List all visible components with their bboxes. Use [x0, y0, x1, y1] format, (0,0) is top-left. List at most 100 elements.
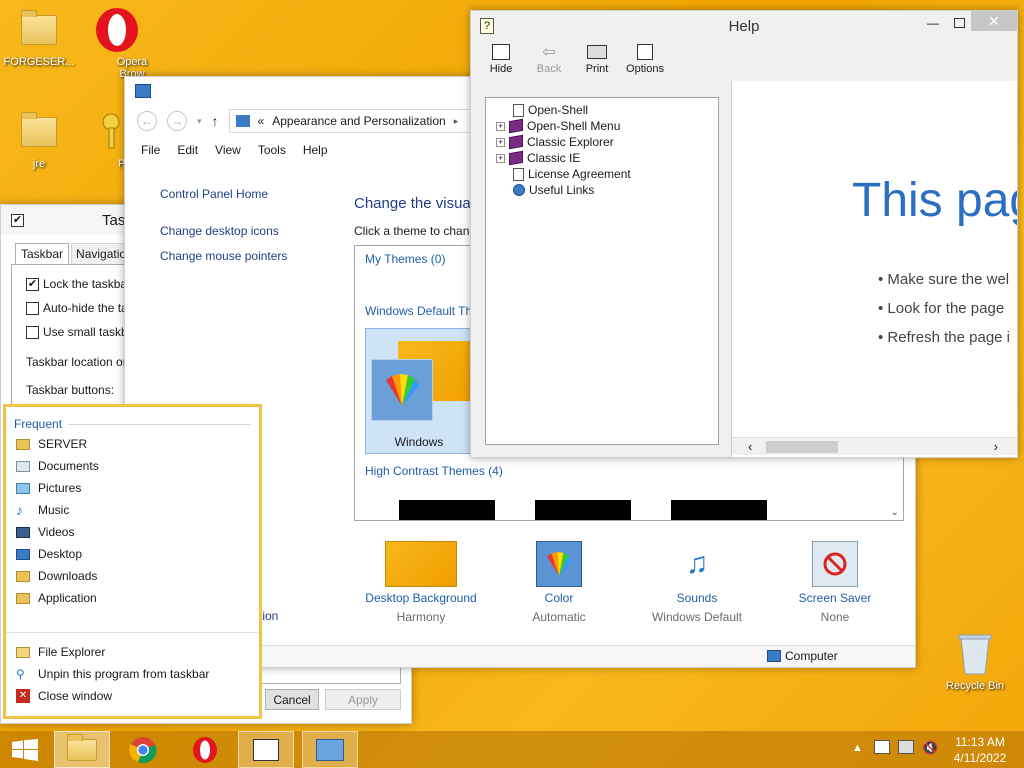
color-icon [536, 541, 582, 587]
chevron-right-icon[interactable]: ▸ [454, 116, 459, 127]
control-panel-icon [316, 738, 344, 761]
desktop-background-button[interactable]: Desktop Background Harmony [361, 541, 481, 624]
desktop-icon-forgeserver[interactable]: FORGESER... [0, 6, 78, 68]
tree-item-useful-links[interactable]: Useful Links [496, 182, 708, 198]
high-contrast-theme[interactable] [399, 500, 495, 520]
options-button[interactable]: Options [622, 41, 668, 75]
network-icon[interactable] [898, 740, 914, 754]
my-themes-header: My Themes (0) [365, 252, 446, 266]
show-hidden-icons[interactable]: ▲ [852, 742, 863, 754]
theme-windows[interactable]: Windows [365, 328, 474, 454]
printer-icon [587, 45, 607, 59]
recycle-bin[interactable]: Recycle Bin [936, 630, 1014, 692]
windows-logo-icon [12, 738, 38, 761]
close-window-task[interactable]: ✕ Close window [6, 685, 259, 707]
expand-icon[interactable]: + [496, 137, 505, 147]
up-button[interactable]: ↑ [212, 113, 219, 129]
color-button[interactable]: Color Automatic [499, 541, 619, 624]
tree-item-license[interactable]: License Agreement [496, 166, 708, 182]
jump-item-downloads[interactable]: Downloads [6, 565, 259, 587]
desktop-background-icon [385, 541, 457, 587]
jump-item-server[interactable]: SERVER [6, 433, 259, 455]
menu-view[interactable]: View [215, 143, 241, 157]
cancel-button[interactable]: Cancel [265, 689, 319, 710]
scroll-left-arrow[interactable]: ‹ [748, 439, 752, 454]
high-contrast-theme[interactable] [535, 500, 631, 520]
jump-item-desktop[interactable]: Desktop [6, 543, 259, 565]
high-contrast-theme[interactable] [671, 500, 767, 520]
jump-item-pictures[interactable]: Pictures [6, 477, 259, 499]
menu-file[interactable]: File [141, 143, 160, 157]
horizontal-scrollbar[interactable]: ‹ › [732, 437, 1017, 455]
help-bullet: • Refresh the page i [878, 329, 1010, 346]
minimize-button[interactable]: — [927, 16, 939, 30]
taskbar-file-explorer[interactable] [54, 731, 110, 768]
downloads-icon [16, 570, 30, 582]
opera-icon [193, 736, 217, 763]
expand-icon[interactable]: + [496, 153, 505, 163]
unpin-icon: ⚲ [16, 667, 25, 681]
default-themes-header: Windows Default Th [365, 304, 473, 318]
jump-item-music[interactable]: ♪ Music [6, 499, 259, 521]
print-button[interactable]: Print [574, 41, 620, 75]
recycle-bin-icon [936, 630, 1014, 678]
pictures-icon [16, 482, 30, 494]
help-contents-tree: Open-Shell + Open-Shell Menu + Classic Exp… [485, 97, 719, 445]
jump-item-videos[interactable]: Videos [6, 521, 259, 543]
taskbar-chrome[interactable] [118, 731, 168, 768]
tree-item-open-shell[interactable]: Open-Shell [496, 102, 708, 118]
chrome-icon [129, 736, 157, 763]
back-button[interactable]: ← [137, 111, 157, 131]
unpin-task[interactable]: ⚲ Unpin this program from taskbar [6, 663, 259, 685]
hide-button[interactable]: Hide [478, 41, 524, 75]
taskbar-opera[interactable] [180, 731, 230, 768]
control-panel-home-link[interactable]: Control Panel Home [160, 187, 287, 201]
tree-item-classic-ie[interactable]: + Classic IE [496, 150, 708, 166]
checkbox[interactable] [26, 301, 39, 315]
clock[interactable]: 11:13 AM 4/11/2022 [948, 734, 1012, 766]
file-explorer-icon [67, 733, 97, 761]
scrollbar-thumb[interactable] [766, 441, 838, 453]
back-button[interactable]: ⇦ Back [526, 41, 572, 75]
recent-dropdown-icon[interactable]: ▾ [197, 116, 202, 127]
taskbar-settings-icon [253, 738, 279, 761]
breadcrumb[interactable]: Appearance and Personalization [272, 114, 445, 128]
tree-item-open-shell-menu[interactable]: + Open-Shell Menu [496, 118, 708, 134]
videos-icon [16, 526, 30, 538]
start-button[interactable] [0, 731, 50, 768]
desktop-icon-opera[interactable]: Opera Brow [78, 6, 156, 80]
taskbar-taskbar-properties[interactable] [238, 731, 294, 768]
folder-icon [16, 592, 30, 604]
scroll-right-arrow[interactable]: › [994, 439, 998, 454]
opera-icon [78, 6, 156, 54]
menu-edit[interactable]: Edit [177, 143, 198, 157]
folder-icon [0, 108, 78, 156]
taskbar-control-panel[interactable] [302, 731, 358, 768]
music-icon: ♪ [16, 502, 23, 518]
jump-item-application[interactable]: Application [6, 587, 259, 609]
action-center-icon[interactable] [874, 740, 890, 754]
close-button[interactable]: ✕ [971, 11, 1017, 31]
jump-item-documents[interactable]: Documents [6, 455, 259, 477]
menu-help[interactable]: Help [303, 143, 328, 157]
checkbox[interactable]: ✔ [26, 277, 39, 291]
screen-saver-button[interactable]: Screen Saver None [775, 541, 895, 624]
menu-tools[interactable]: Tools [258, 143, 286, 157]
forward-button[interactable]: → [167, 111, 187, 131]
taskbar-settings-icon: ✔ [11, 213, 24, 227]
tab-taskbar[interactable]: Taskbar [15, 243, 70, 264]
desktop-icon-jre[interactable]: jre [0, 108, 78, 170]
change-mouse-pointers-link[interactable]: Change mouse pointers [160, 249, 287, 263]
expand-icon[interactable]: + [496, 121, 505, 131]
change-desktop-icons-link[interactable]: Change desktop icons [160, 224, 287, 238]
maximize-button[interactable] [954, 18, 965, 28]
apply-button[interactable]: Apply [325, 689, 401, 710]
sounds-button[interactable]: ♫ Sounds Windows Default [637, 541, 757, 624]
file-explorer-task[interactable]: File Explorer [6, 641, 259, 663]
checkbox[interactable] [26, 325, 39, 339]
volume-icon[interactable]: 🔇 [922, 740, 938, 756]
scroll-down-arrow[interactable]: ⌄ [891, 507, 899, 518]
taskbar-jump-list: Frequent SERVER Documents Pictures ♪ Musi… [3, 404, 262, 719]
sounds-icon: ♫ [685, 547, 709, 580]
tree-item-classic-explorer[interactable]: + Classic Explorer [496, 134, 708, 150]
